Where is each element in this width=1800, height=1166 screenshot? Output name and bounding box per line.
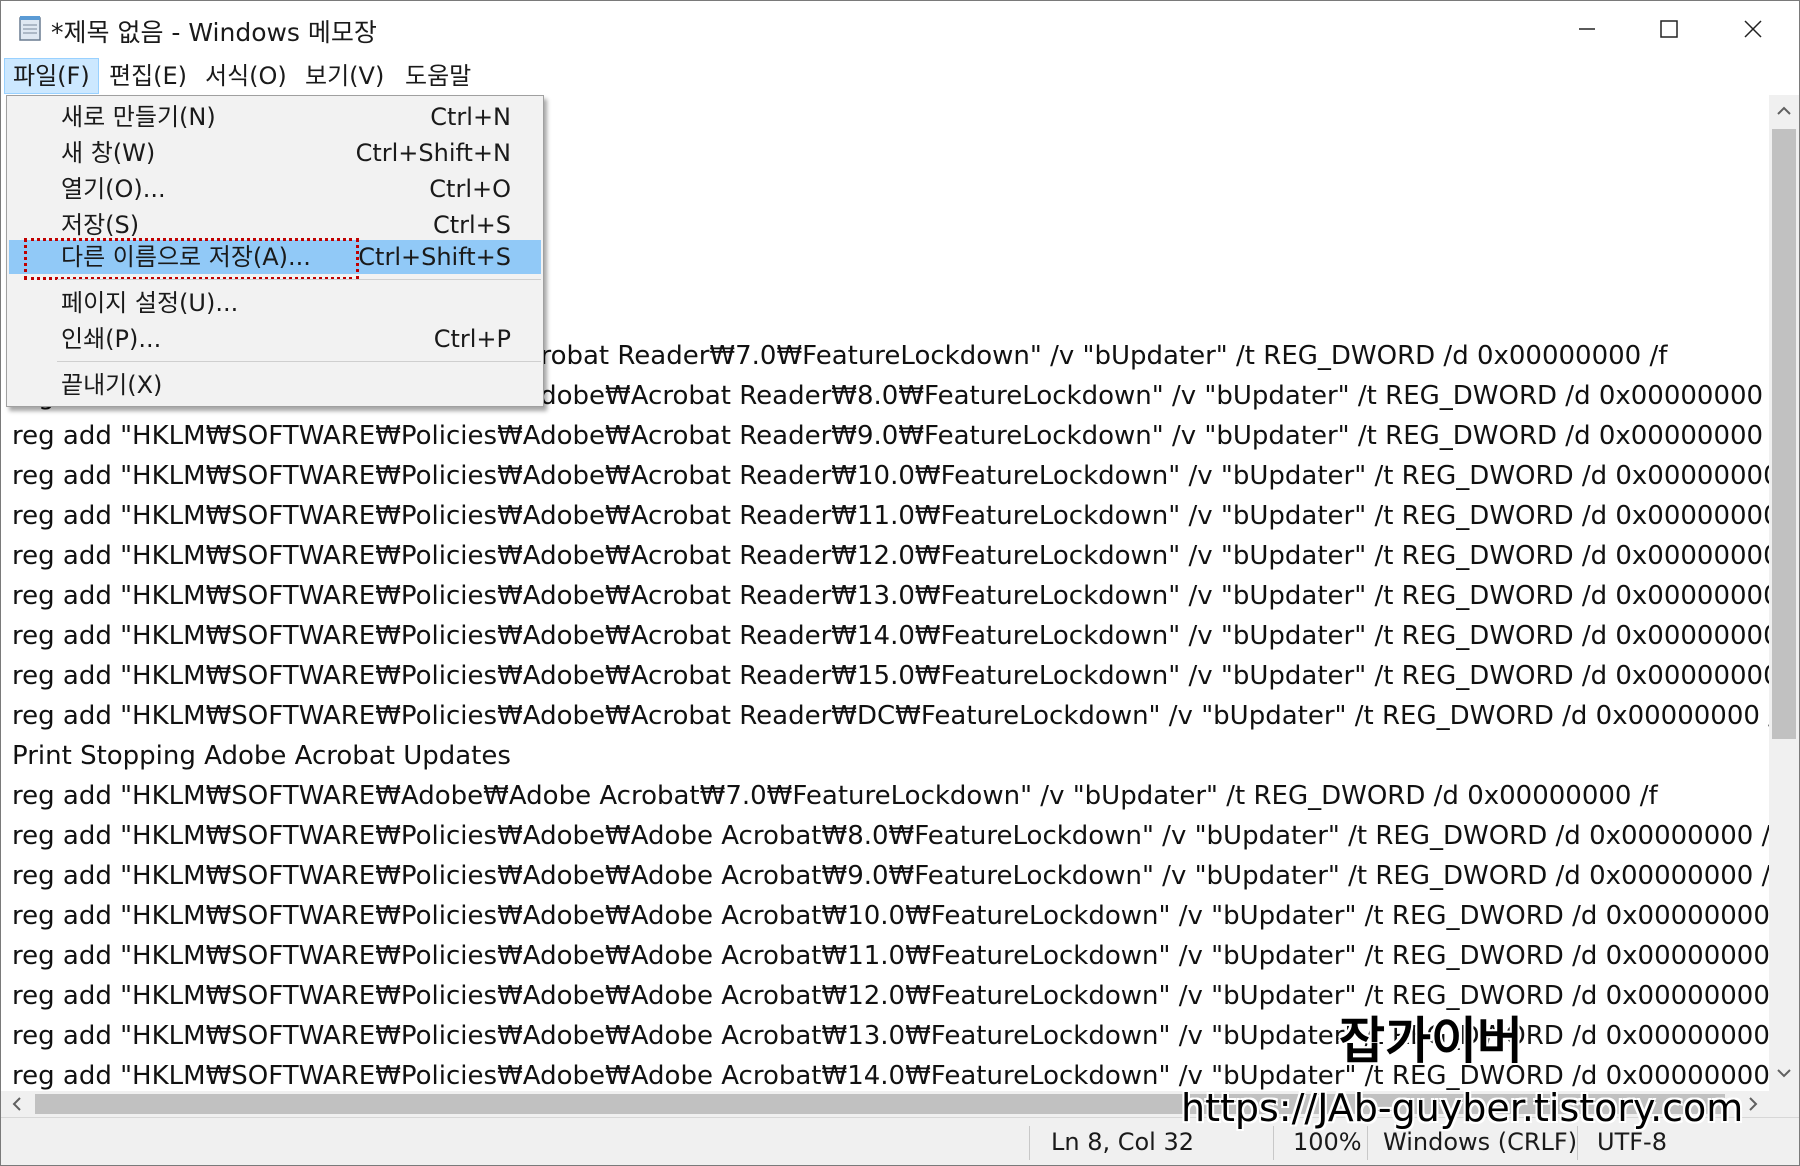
menu-file[interactable]: 파일(F)	[4, 58, 99, 94]
maximize-icon	[1660, 20, 1678, 38]
zoom-level: 100%	[1293, 1128, 1362, 1156]
text-line: reg add "HKLM₩SOFTWARE₩Policies₩Adobe₩Ad…	[12, 941, 1769, 971]
file-menu-dropdown: 새로 만들기(N) Ctrl+N 새 창(W) Ctrl+Shift+N 열기(…	[6, 95, 544, 407]
status-divider	[1577, 1126, 1578, 1160]
watermark-url: https://JAb-guyber.tistory.com	[1181, 1086, 1744, 1130]
watermark-name: 잡가이버	[1339, 1012, 1523, 1070]
save-as-highlight-marker	[24, 238, 359, 280]
text-line: reg add "HKLM₩SOFTWARE₩Policies₩Adobe₩Ac…	[12, 541, 1769, 571]
menu-help[interactable]: 도움말	[397, 59, 479, 93]
menu-item-new-window[interactable]: 새 창(W) Ctrl+Shift+N	[9, 136, 541, 170]
text-line: reg add "HKLM₩SOFTWARE₩Policies₩Adobe₩Ac…	[12, 621, 1769, 651]
scroll-up-icon[interactable]	[1776, 103, 1792, 119]
vertical-scrollbar[interactable]	[1769, 95, 1799, 1091]
menu-item-exit[interactable]: 끝내기(X)	[9, 368, 541, 402]
scroll-down-icon[interactable]	[1776, 1065, 1792, 1081]
text-line: reg add "HKLM₩SOFTWARE₩Policies₩Adobe₩Ac…	[12, 461, 1769, 491]
menu-bar: 파일(F) 편집(E) 서식(O) 보기(V) 도움말	[1, 57, 1799, 95]
text-line: reg add "HKLM₩SOFTWARE₩Policies₩Adobe₩Ac…	[12, 661, 1769, 691]
cursor-position: Ln 8, Col 32	[1051, 1128, 1195, 1156]
notepad-window: *제목 없음 - Windows 메모장 파일(F) 편집(E) 서식(O) 보…	[0, 0, 1800, 1166]
menu-separator	[57, 361, 541, 362]
text-line: reg add "HKLM₩SOFTWARE₩Policies₩Adobe₩Ac…	[12, 701, 1769, 731]
text-line: reg add "HKLM₩SOFTWARE₩Policies₩Adobe₩Ac…	[12, 501, 1769, 531]
text-line: reg add "HKLM₩SOFTWARE₩Policies₩Adobe₩Ad…	[12, 821, 1769, 851]
status-divider	[1029, 1126, 1030, 1160]
title-bar[interactable]: *제목 없음 - Windows 메모장	[1, 1, 1799, 57]
minimize-button[interactable]	[1546, 1, 1628, 57]
menu-item-open[interactable]: 열기(O)... Ctrl+O	[9, 172, 541, 206]
menu-separator	[57, 279, 541, 280]
window-title: *제목 없음 - Windows 메모장	[51, 18, 377, 47]
notepad-icon	[19, 15, 41, 41]
encoding: UTF-8	[1597, 1128, 1667, 1156]
maximize-button[interactable]	[1628, 1, 1710, 57]
vertical-scroll-thumb[interactable]	[1772, 129, 1796, 739]
text-line: reg add "HKLM₩SOFTWARE₩Policies₩Adobe₩Ad…	[12, 861, 1769, 891]
text-line: reg add "HKLM₩SOFTWARE₩Policies₩Adobe₩Ac…	[12, 581, 1769, 611]
menu-view[interactable]: 보기(V)	[297, 59, 392, 93]
text-line: reg add "HKLM₩SOFTWARE₩Adobe₩Adobe Acrob…	[12, 781, 1658, 811]
menu-item-print[interactable]: 인쇄(P)... Ctrl+P	[9, 322, 541, 356]
menu-item-page-setup[interactable]: 페이지 설정(U)...	[9, 286, 541, 320]
scrollbar-corner	[1769, 1091, 1799, 1117]
menu-item-new[interactable]: 새로 만들기(N) Ctrl+N	[9, 100, 541, 134]
close-icon	[1744, 20, 1762, 38]
text-line: Print Stopping Adobe Acrobat Updates	[12, 741, 511, 771]
text-line: reg add "HKLM₩SOFTWARE₩Policies₩Adobe₩Ac…	[12, 421, 1769, 451]
minimize-icon	[1579, 28, 1595, 30]
scroll-right-icon[interactable]	[1745, 1096, 1761, 1112]
menu-item-save[interactable]: 저장(S) Ctrl+S	[9, 208, 541, 242]
text-line: reg add "HKLM₩SOFTWARE₩Policies₩Adobe₩Ad…	[12, 901, 1769, 931]
menu-edit[interactable]: 편집(E)	[101, 59, 195, 93]
scroll-left-icon[interactable]	[9, 1096, 25, 1112]
menu-format[interactable]: 서식(O)	[197, 59, 295, 93]
close-button[interactable]	[1712, 1, 1794, 57]
status-divider	[1273, 1126, 1274, 1160]
line-ending: Windows (CRLF)	[1383, 1128, 1578, 1156]
status-divider	[1367, 1126, 1368, 1160]
